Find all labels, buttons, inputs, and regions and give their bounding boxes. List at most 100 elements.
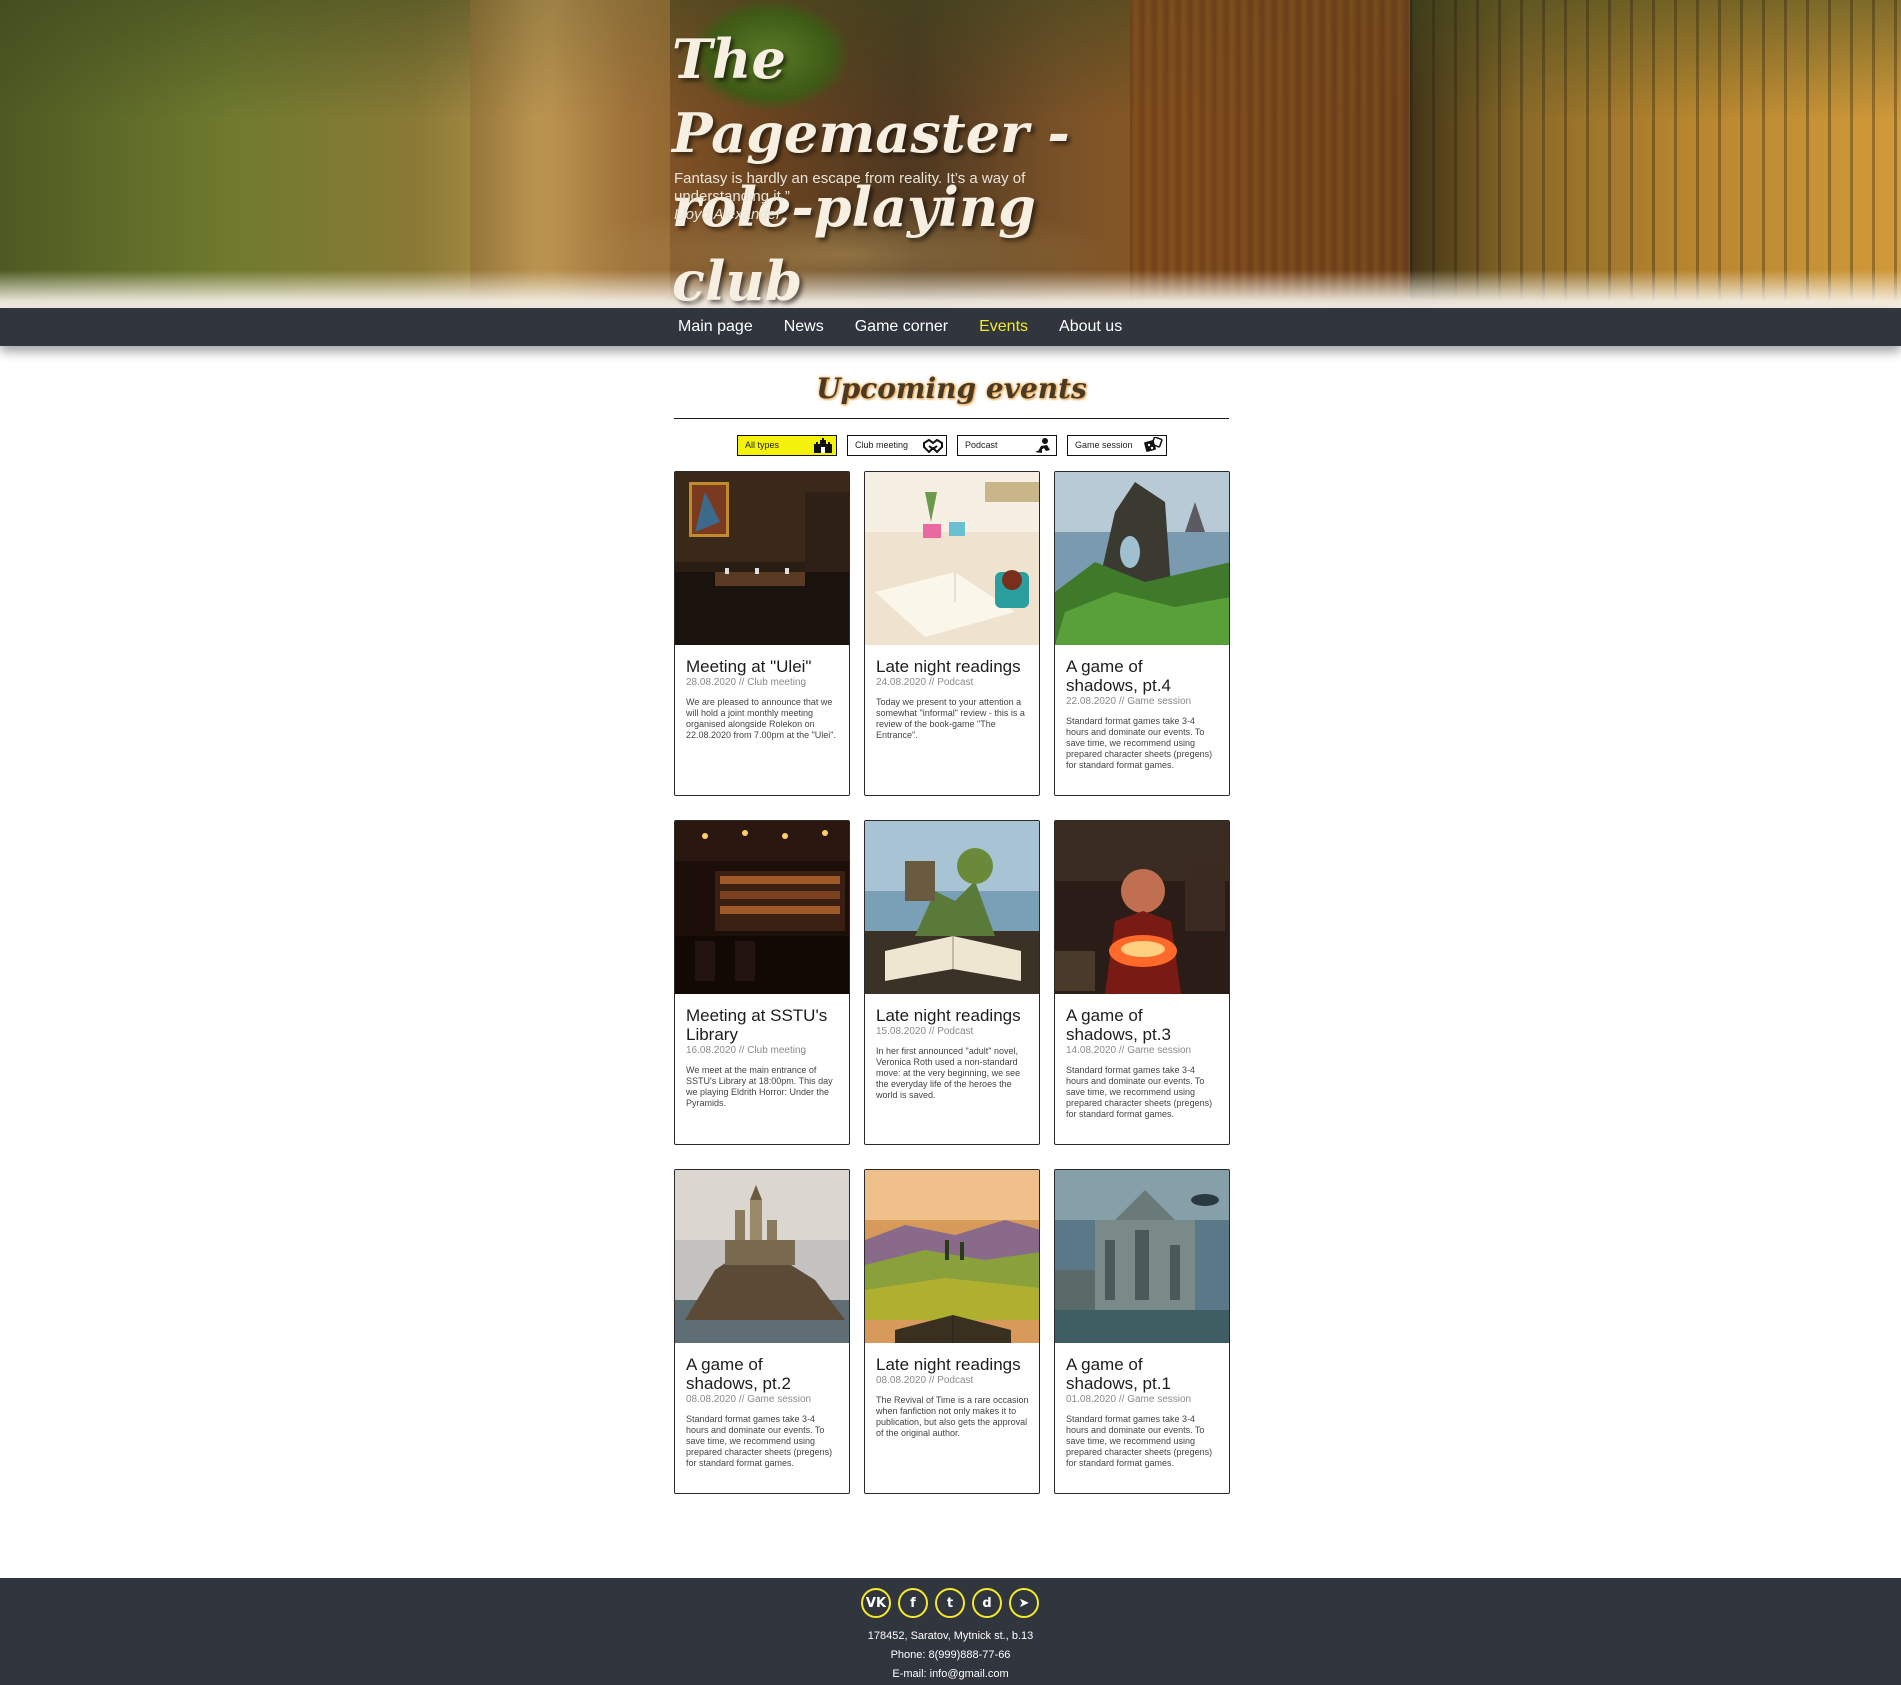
event-meta: 24.08.2020 // Podcast bbox=[865, 676, 1039, 688]
handshake-icon bbox=[923, 437, 943, 454]
book-and-tea-image[interactable] bbox=[865, 472, 1039, 645]
site-title-line1: The Pagemaster - bbox=[672, 27, 1070, 165]
quote-line1: Fantasy is hardly an escape from reality… bbox=[674, 170, 1026, 187]
nav-item-main-page[interactable]: Main page bbox=[678, 318, 753, 336]
footer-phone: Phone: 8(999)888-77-66 bbox=[890, 1649, 1011, 1661]
meta-separator: // bbox=[736, 677, 748, 688]
vk-icon[interactable]: VK bbox=[861, 1588, 891, 1618]
event-title[interactable]: Late night readings bbox=[865, 1343, 1039, 1374]
meta-separator: // bbox=[1116, 1394, 1128, 1405]
event-card[interactable]: Meeting at SSTU's Library 16.08.2020 // C… bbox=[674, 820, 850, 1145]
event-description: We are pleased to announce that we will … bbox=[686, 697, 836, 740]
event-description: The Revival of Time is a rare occasion w… bbox=[876, 1395, 1029, 1438]
event-title[interactable]: Meeting at "Ulei" bbox=[675, 645, 849, 676]
event-title[interactable]: Late night readings bbox=[865, 994, 1039, 1025]
twitter-icon[interactable]: t bbox=[935, 1588, 965, 1618]
castle-icon bbox=[813, 437, 833, 454]
event-date: 24.08.2020 bbox=[876, 677, 927, 688]
meta-separator: // bbox=[926, 1026, 938, 1037]
section-divider bbox=[674, 418, 1229, 419]
event-description: Standard format games take 3-4 hours and… bbox=[1066, 716, 1213, 770]
event-card[interactable]: A game of shadows, pt.4 22.08.2020 // Gam… bbox=[1054, 471, 1230, 796]
meta-separator: // bbox=[736, 1045, 748, 1056]
event-card[interactable]: Late night readings 08.08.2020 // Podcast… bbox=[864, 1169, 1040, 1494]
fantasy-cliffs-image[interactable] bbox=[1055, 472, 1229, 645]
event-meta: 08.08.2020 // Game session bbox=[675, 1393, 849, 1405]
dice-icon bbox=[1143, 436, 1163, 454]
hero-book-spine bbox=[1130, 0, 1410, 300]
event-title[interactable]: Late night readings bbox=[865, 645, 1039, 676]
event-card[interactable]: Late night readings 24.08.2020 // Podcast… bbox=[864, 471, 1040, 796]
event-date: 15.08.2020 bbox=[876, 1026, 927, 1037]
telegram-icon[interactable]: ➤ bbox=[1009, 1588, 1039, 1618]
event-card[interactable]: A game of shadows, pt.2 08.08.2020 // Gam… bbox=[674, 1169, 850, 1494]
event-date: 28.08.2020 bbox=[686, 677, 737, 688]
nav-item-game-corner[interactable]: Game corner bbox=[855, 318, 948, 336]
event-type-filters: All types Club meeting Podcast Game session bbox=[737, 435, 1177, 456]
meta-separator: // bbox=[1116, 696, 1128, 707]
bar-interior-image[interactable] bbox=[675, 821, 849, 994]
event-type: Club meeting bbox=[747, 1045, 807, 1056]
filter-all-types[interactable]: All types bbox=[737, 435, 837, 456]
event-type: Podcast bbox=[937, 1026, 974, 1037]
island-castle-image[interactable] bbox=[675, 1170, 849, 1343]
discord-icon[interactable]: d bbox=[972, 1588, 1002, 1618]
event-meta: 14.08.2020 // Game session bbox=[1055, 1044, 1229, 1056]
event-description: Standard format games take 3-4 hours and… bbox=[1066, 1065, 1213, 1119]
wizard-cauldron-image[interactable] bbox=[1055, 821, 1229, 994]
filter-club-meeting[interactable]: Club meeting bbox=[847, 435, 947, 456]
event-type: Game session bbox=[747, 1394, 812, 1405]
meta-separator: // bbox=[926, 1375, 938, 1386]
reading-icon bbox=[1033, 437, 1053, 454]
event-title[interactable]: A game of shadows, pt.2 bbox=[675, 1343, 849, 1393]
event-description: Standard format games take 3-4 hours and… bbox=[1066, 1414, 1213, 1468]
event-type: Podcast bbox=[937, 1375, 974, 1386]
footer-address: 178452, Saratov, Mytnick st., b.13 bbox=[867, 1630, 1034, 1642]
event-description: We meet at the main entrance of SSTU's L… bbox=[686, 1065, 833, 1108]
section-title: Upcoming events bbox=[816, 372, 1087, 405]
filter-game-session[interactable]: Game session bbox=[1067, 435, 1167, 456]
event-card[interactable]: A game of shadows, pt.1 01.08.2020 // Gam… bbox=[1054, 1169, 1230, 1494]
event-meta: 08.08.2020 // Podcast bbox=[865, 1374, 1039, 1386]
event-date: 14.08.2020 bbox=[1066, 1045, 1117, 1056]
book-landscape-image[interactable] bbox=[865, 1170, 1039, 1343]
restaurant-image[interactable] bbox=[675, 472, 849, 645]
event-date: 01.08.2020 bbox=[1066, 1394, 1117, 1405]
site-title: The Pagemaster - role-playing club bbox=[672, 22, 1092, 308]
meta-separator: // bbox=[926, 677, 938, 688]
filter-label: Club meeting bbox=[855, 440, 909, 450]
event-type: Club meeting bbox=[747, 677, 807, 688]
event-title[interactable]: A game of shadows, pt.4 bbox=[1055, 645, 1229, 695]
event-type: Game session bbox=[1127, 696, 1192, 707]
steampunk-city-image[interactable] bbox=[1055, 1170, 1229, 1343]
hero-quote: Fantasy is hardly an escape from reality… bbox=[674, 170, 1054, 224]
event-date: 22.08.2020 bbox=[1066, 696, 1117, 707]
nav-item-news[interactable]: News bbox=[784, 318, 824, 336]
quote-line2: understanding it.” bbox=[674, 188, 790, 205]
nav-item-events[interactable]: Events bbox=[979, 318, 1028, 336]
event-type: Game session bbox=[1127, 1394, 1192, 1405]
event-title[interactable]: A game of shadows, pt.1 bbox=[1055, 1343, 1229, 1393]
facebook-icon[interactable]: f bbox=[898, 1588, 928, 1618]
footer-email: E-mail: info@gmail.com bbox=[892, 1668, 1009, 1680]
open-book-world-image[interactable] bbox=[865, 821, 1039, 994]
event-meta: 01.08.2020 // Game session bbox=[1055, 1393, 1229, 1405]
event-meta: 15.08.2020 // Podcast bbox=[865, 1025, 1039, 1037]
hero-banner: The Pagemaster - role-playing club Fanta… bbox=[0, 0, 1901, 308]
filter-label: All types bbox=[745, 440, 780, 450]
nav-item-about-us[interactable]: About us bbox=[1059, 318, 1122, 336]
event-card[interactable]: Meeting at "Ulei" 28.08.2020 // Club meet… bbox=[674, 471, 850, 796]
event-title[interactable]: Meeting at SSTU's Library bbox=[675, 994, 849, 1044]
filter-label: Podcast bbox=[965, 440, 998, 450]
event-description: Today we present to your attention a som… bbox=[876, 697, 1025, 740]
filter-podcast[interactable]: Podcast bbox=[957, 435, 1057, 456]
event-description: In her first announced "adult" novel, Ve… bbox=[876, 1046, 1021, 1100]
main-navigation: Main page News Game corner Events About us bbox=[0, 308, 1901, 346]
event-date: 08.08.2020 bbox=[686, 1394, 737, 1405]
nav-items: Main page News Game corner Events About us bbox=[678, 308, 1153, 346]
event-card[interactable]: A game of shadows, pt.3 14.08.2020 // Gam… bbox=[1054, 820, 1230, 1145]
meta-separator: // bbox=[736, 1394, 748, 1405]
event-card[interactable]: Late night readings 15.08.2020 // Podcast… bbox=[864, 820, 1040, 1145]
quote-author: Lloyd Alexander bbox=[674, 206, 782, 223]
event-title[interactable]: A game of shadows, pt.3 bbox=[1055, 994, 1229, 1044]
